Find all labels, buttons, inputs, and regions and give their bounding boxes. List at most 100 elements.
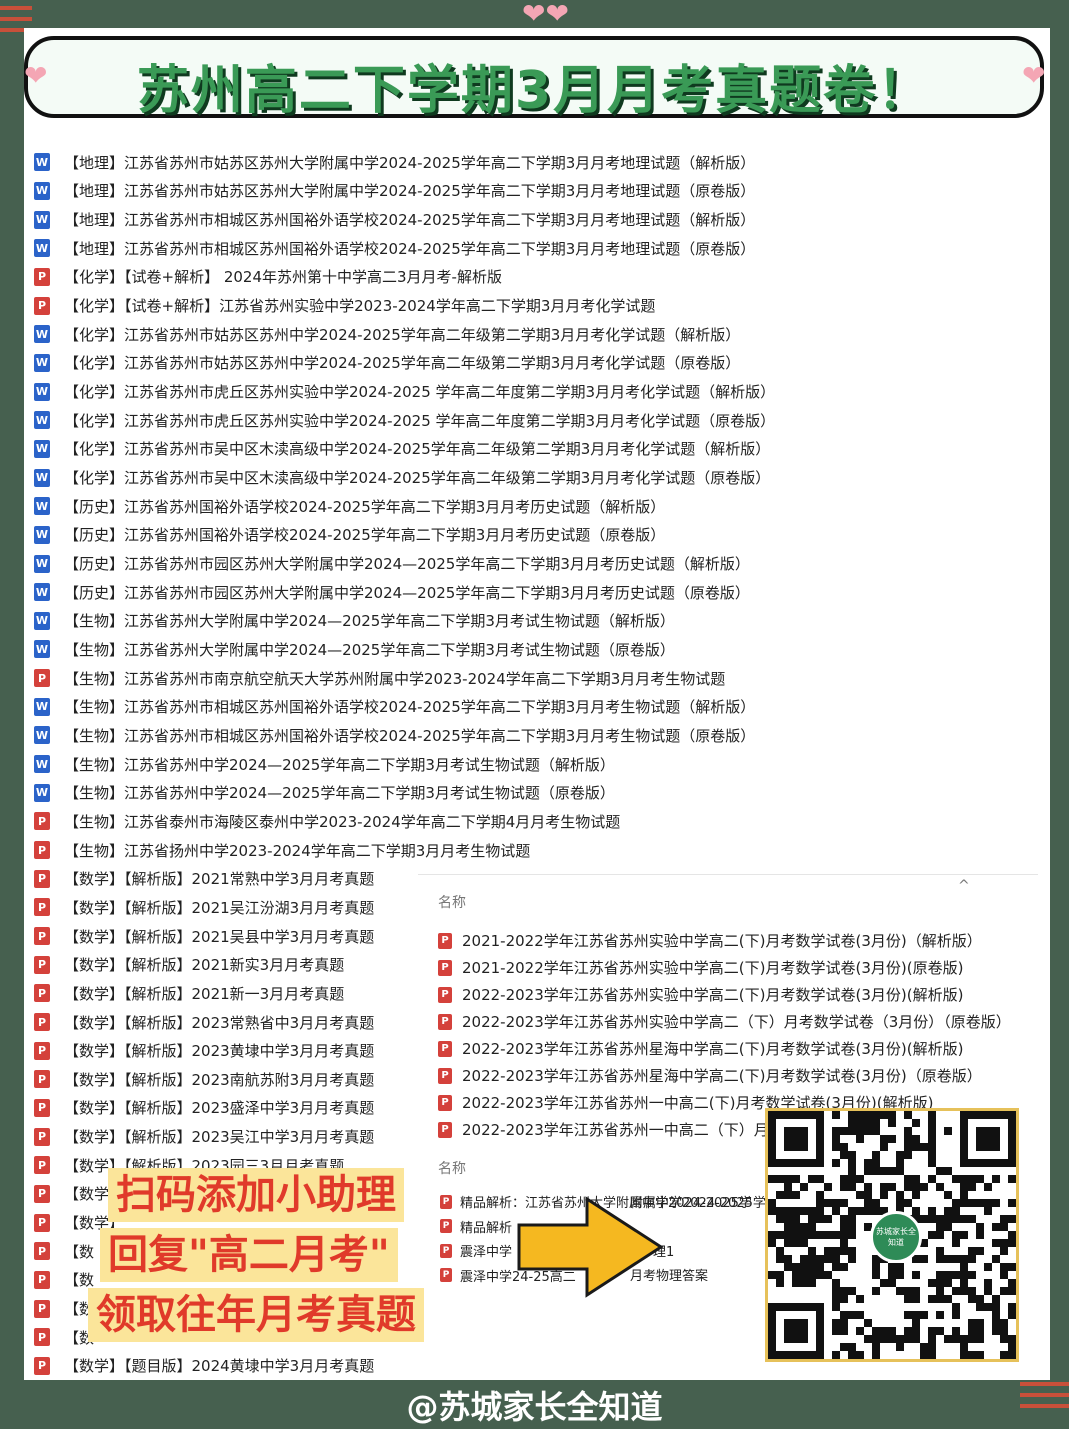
file-name: 2022-2023学年江苏省苏州星海中学高二(下)月考数学试卷(3月份)（原卷版… xyxy=(462,1067,982,1085)
file-row[interactable]: W 【化学】江苏省苏州市虎丘区苏州实验中学2024-2025 学年高二年度第二学期… xyxy=(34,406,1034,435)
chevron-up-icon[interactable]: ^ xyxy=(958,878,970,894)
file-row[interactable]: W 【地理】江苏省苏州市相城区苏州国裕外语学校2024-2025学年高二下学期3月… xyxy=(34,205,1034,234)
file-row[interactable]: W 【化学】江苏省苏州市姑苏区苏州中学2024-2025学年高二年级第二学期3月月… xyxy=(34,349,1034,378)
qr-module xyxy=(920,1343,928,1351)
arrow-right-icon xyxy=(517,1196,664,1298)
file-row[interactable]: P 【生物】江苏省泰州市海陵区泰州中学2023-2024学年高二下学期4月月考生物… xyxy=(34,807,1034,836)
pdf-file-icon: P xyxy=(34,898,50,917)
qr-module xyxy=(840,1215,848,1223)
qr-module xyxy=(872,1151,880,1159)
pdf-file-icon: P xyxy=(34,869,50,888)
qr-module xyxy=(888,1119,896,1127)
qr-module xyxy=(912,1311,920,1319)
qr-module xyxy=(776,1175,784,1183)
qr-module xyxy=(784,1215,792,1223)
file-row[interactable]: W 【地理】江苏省苏州市相城区苏州国裕外语学校2024-2025学年高二下学期3月… xyxy=(34,234,1034,263)
file-name: 【历史】江苏省苏州国裕外语学校2024-2025学年高二下学期3月月考历史试题（… xyxy=(64,497,666,516)
qr-module xyxy=(976,1247,984,1255)
file-name: 【生物】江苏省苏州市相城区苏州国裕外语学校2024-2025学年高二下学期3月月… xyxy=(64,726,756,745)
qr-module xyxy=(800,1231,808,1239)
file-row[interactable]: P 【化学】【试卷+解析】 2024年苏州第十中学高二3月月考-解析版 xyxy=(34,263,1034,292)
word-file-icon: W xyxy=(34,755,50,774)
word-file-icon: W xyxy=(34,726,50,745)
qr-module xyxy=(848,1175,856,1183)
qr-module xyxy=(832,1319,840,1327)
qr-module xyxy=(936,1311,944,1319)
file-row[interactable]: W 【地理】江苏省苏州市姑苏区苏州大学附属中学2024-2025学年高二下学期3月… xyxy=(34,177,1034,206)
qr-module xyxy=(968,1183,976,1191)
file-row[interactable]: W 【化学】江苏省苏州市吴中区木渎高级中学2024-2025学年高二年级第二学期3… xyxy=(34,463,1034,492)
qr-module xyxy=(776,1231,784,1239)
qr-module xyxy=(864,1159,872,1167)
qr-module xyxy=(808,1255,816,1263)
file-row[interactable]: W 【化学】江苏省苏州市吴中区木渎高级中学2024-2025学年高二年级第二学期3… xyxy=(34,435,1034,464)
qr-module xyxy=(872,1199,880,1207)
file-row[interactable]: W 【生物】江苏省苏州市相城区苏州国裕外语学校2024-2025学年高二下学期3月… xyxy=(34,721,1034,750)
file-row[interactable]: W 【历史】江苏省苏州市园区苏州大学附属中学2024—2025学年高二下学期3月月… xyxy=(34,549,1034,578)
qr-module xyxy=(968,1351,976,1359)
qr-module xyxy=(824,1183,832,1191)
qr-finder xyxy=(784,1319,808,1343)
file-row[interactable]: W 【生物】江苏省苏州大学附属中学2024—2025学年高二下学期3月考试生物试题… xyxy=(34,635,1034,664)
file-row[interactable]: W 【生物】江苏省苏州中学2024—2025学年高二下学期3月考试生物试题（解析版… xyxy=(34,750,1034,779)
qr-module xyxy=(768,1231,776,1239)
qr-module xyxy=(864,1183,872,1191)
qr-module xyxy=(920,1255,928,1263)
qr-module xyxy=(920,1183,928,1191)
qr-module xyxy=(888,1263,896,1271)
qr-module xyxy=(936,1183,944,1191)
qr-module xyxy=(800,1207,808,1215)
file-name: 【历史】江苏省苏州国裕外语学校2024-2025学年高二下学期3月月考历史试题（… xyxy=(64,526,666,545)
panel-file-row[interactable]: P 精品解析 xyxy=(440,1217,512,1236)
qr-module xyxy=(840,1343,848,1351)
qr-module xyxy=(888,1327,896,1335)
column-header-name[interactable]: 名称 xyxy=(438,892,466,912)
panel-file-row[interactable]: P 2022-2023学年江苏省苏州星海中学高二(下)月考数学试卷(3月份)(解析… xyxy=(438,1038,963,1059)
panel-file-row[interactable]: P 2021-2022学年江苏省苏州实验中学高二(下)月考数学试卷(3月份)（解析… xyxy=(438,930,982,951)
file-row[interactable]: W 【生物】江苏省苏州市相城区苏州国裕外语学校2024-2025学年高二下学期3月… xyxy=(34,692,1034,721)
page-title: 苏州高二下学期3月月考真题卷！ xyxy=(136,61,932,121)
qr-module xyxy=(896,1287,904,1295)
qr-module xyxy=(960,1279,968,1287)
qr-module xyxy=(872,1287,880,1295)
panel-file-row[interactable]: P 2022-2023学年江苏省苏州实验中学高二(下)月考数学试卷(3月份)(解析… xyxy=(438,984,963,1005)
qr-module xyxy=(952,1327,960,1335)
panel-file-row[interactable]: P 2022-2023学年江苏省苏州一中高二（下）月 xyxy=(438,1119,769,1140)
file-row[interactable]: P 【生物】江苏省苏州市南京航空航天大学苏州附属中学2023-2024学年高二下学… xyxy=(34,664,1034,693)
file-row[interactable]: W 【历史】江苏省苏州市园区苏州大学附属中学2024—2025学年高二下学期3月月… xyxy=(34,578,1034,607)
qr-module xyxy=(816,1215,824,1223)
file-row[interactable]: P 【生物】江苏省扬州中学2023-2024学年高二下学期3月月考生物试题 xyxy=(34,836,1034,865)
file-row[interactable]: W 【历史】江苏省苏州国裕外语学校2024-2025学年高二下学期3月月考历史试题… xyxy=(34,492,1034,521)
qr-module xyxy=(888,1271,896,1279)
qr-module xyxy=(936,1223,944,1231)
qr-badge-text: 苏城家长全知道 xyxy=(876,1227,916,1247)
qr-module xyxy=(944,1167,952,1175)
file-row[interactable]: W 【化学】江苏省苏州市姑苏区苏州中学2024-2025学年高二年级第二学期3月月… xyxy=(34,320,1034,349)
qr-module xyxy=(872,1343,880,1351)
qr-module xyxy=(936,1215,944,1223)
file-row[interactable]: W 【生物】江苏省苏州大学附属中学2024—2025学年高二下学期3月考试生物试题… xyxy=(34,607,1034,636)
qr-module xyxy=(968,1271,976,1279)
qr-module xyxy=(848,1247,856,1255)
qr-module xyxy=(816,1271,824,1279)
panel-file-row[interactable]: P 震泽中学 xyxy=(440,1241,512,1260)
file-row[interactable]: W 【生物】江苏省苏州中学2024—2025学年高二下学期3月考试生物试题（原卷版… xyxy=(34,778,1034,807)
file-row[interactable]: W 【历史】江苏省苏州国裕外语学校2024-2025学年高二下学期3月月考历史试题… xyxy=(34,521,1034,550)
qr-module xyxy=(808,1223,816,1231)
panel-file-row[interactable]: P 2021-2022学年江苏省苏州实验中学高二(下)月考数学试卷(3月份)(原卷… xyxy=(438,957,963,978)
file-row[interactable]: P 【化学】【试卷+解析】江苏省苏州实验中学2023-2024学年高二下学期3月月… xyxy=(34,291,1034,320)
file-row[interactable]: W 【化学】江苏省苏州市虎丘区苏州实验中学2024-2025 学年高二年度第二学期… xyxy=(34,377,1034,406)
qr-module xyxy=(808,1207,816,1215)
qr-module xyxy=(840,1247,848,1255)
file-row[interactable]: W 【地理】江苏省苏州市姑苏区苏州大学附属中学2024-2025学年高二下学期3月… xyxy=(34,148,1034,177)
panel-file-row[interactable]: P 2022-2023学年江苏省苏州实验中学高二（下）月考数学试卷（3月份）（原卷… xyxy=(438,1011,1011,1032)
pdf-file-icon: P xyxy=(34,984,50,1003)
qr-module xyxy=(792,1191,800,1199)
qr-module xyxy=(880,1135,888,1143)
file-name: 【化学】江苏省苏州市虎丘区苏州实验中学2024-2025 学年高二年度第二学期3… xyxy=(64,383,776,402)
qr-module xyxy=(848,1311,856,1319)
panel-file-row[interactable]: P 2022-2023学年江苏省苏州星海中学高二(下)月考数学试卷(3月份)（原卷… xyxy=(438,1065,982,1086)
pdf-file-icon: P xyxy=(34,1098,50,1117)
column-header-name[interactable]: 名称 xyxy=(438,1158,466,1178)
qr-module xyxy=(832,1231,840,1239)
